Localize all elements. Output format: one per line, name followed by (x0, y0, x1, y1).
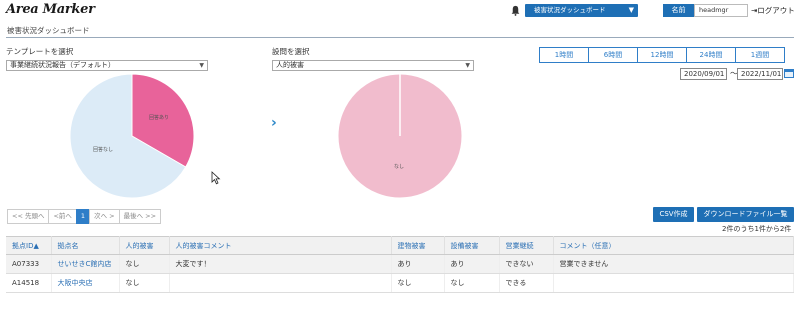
cell-site-id: A14518 (6, 273, 52, 293)
template-label: テンプレートを選択 (6, 47, 74, 56)
col-header-site-name[interactable]: 拠点名 (51, 236, 120, 255)
pie-slice-label: 回答なし (93, 146, 113, 153)
col-header-business-continuity[interactable]: 営業継続 (499, 236, 554, 255)
period-24h-button[interactable]: 24時間 (686, 47, 736, 63)
chevron-down-icon: ▼ (199, 62, 204, 69)
table-row: A14518 大阪中央店 なし なし なし できる (6, 273, 794, 293)
pie-chart-template: 回答あり回答なし (69, 73, 195, 199)
cell-human-damage: なし (119, 273, 170, 293)
result-count: 2件のうち1件から2件 (722, 225, 792, 233)
dashboard-select[interactable]: 被害状況ダッシュボード ▼ (525, 4, 638, 17)
logout-link[interactable]: ⇥ログアウト (751, 5, 795, 16)
dashboard-select-value: 被害状況ダッシュボード (534, 6, 606, 14)
csv-create-button[interactable]: CSV作成 (653, 207, 694, 222)
cell-equipment-damage: なし (444, 273, 500, 293)
top-header: Area Marker 被害状況ダッシュボード ▼ 名前 headmgr ⇥ログ… (0, 0, 800, 22)
cell-human-damage-comment (169, 273, 392, 293)
cell-business-continuity: できない (499, 254, 554, 274)
cell-site-id: A07333 (6, 254, 52, 274)
cell-building-damage: あり (391, 254, 445, 274)
chevron-down-icon: ▼ (628, 6, 634, 14)
question-label: 設問を選択 (272, 47, 310, 56)
cell-site-name-link[interactable]: 大阪中央店 (51, 273, 120, 293)
logout-label: ログアウト (757, 6, 795, 15)
calendar-icon[interactable] (784, 69, 794, 78)
pager-page-1-button[interactable]: 1 (75, 209, 91, 224)
period-12h-button[interactable]: 12時間 (637, 47, 687, 63)
page-title: 被害状況ダッシュボード (7, 26, 90, 35)
pager-last-button[interactable]: 最後へ >> (118, 209, 162, 224)
period-buttons: 1時間 6時間 12時間 24時間 1週間 (539, 47, 785, 63)
period-1w-button[interactable]: 1週間 (735, 47, 785, 63)
name-label: 名前 (663, 4, 694, 17)
cell-equipment-damage: あり (444, 254, 500, 274)
results-table: 拠点ID▲ 拠点名 人的被害 人的被害コメント 建物被害 設備被害 営業継続 コ… (6, 236, 794, 293)
date-from-input[interactable]: 2020/09/01 (680, 68, 727, 80)
cell-building-damage: なし (391, 273, 445, 293)
question-select-value: 人的被害 (276, 61, 304, 69)
period-1h-button[interactable]: 1時間 (539, 47, 589, 63)
pie-slice-label: 回答あり (149, 114, 169, 121)
chevron-right-icon[interactable]: › (271, 116, 281, 130)
bell-icon[interactable] (510, 5, 521, 16)
question-select[interactable]: 人的被害 ▼ (272, 60, 474, 71)
title-divider (6, 37, 794, 38)
pager-first-button[interactable]: << 先頭へ (7, 209, 50, 224)
cell-human-damage-comment: 大変です！ (169, 254, 392, 274)
pie-slice-label: なし (394, 163, 404, 170)
col-header-human-damage[interactable]: 人的被害 (119, 236, 170, 255)
cell-human-damage: なし (119, 254, 170, 274)
name-field[interactable]: headmgr (694, 4, 748, 17)
col-header-comment[interactable]: コメント（任意） (553, 236, 794, 255)
col-header-site-id[interactable]: 拠点ID▲ (6, 236, 52, 255)
cell-business-continuity: できる (499, 273, 554, 293)
cell-comment (553, 273, 794, 293)
date-to-input[interactable]: 2022/11/01 (737, 68, 783, 80)
template-select[interactable]: 事業継続状況報告（デフォルト） ▼ (6, 60, 208, 71)
col-header-building-damage[interactable]: 建物被害 (391, 236, 445, 255)
cell-site-name-link[interactable]: せいせきC館内店 (51, 254, 120, 274)
table-header-row: 拠点ID▲ 拠点名 人的被害 人的被害コメント 建物被害 設備被害 営業継続 コ… (6, 236, 794, 255)
pager-next-button[interactable]: 次へ > (89, 209, 120, 224)
pie-chart-question: なし (337, 73, 463, 199)
chevron-down-icon: ▼ (465, 62, 470, 69)
pagination: << 先頭へ <前へ 1 次へ > 最後へ >> (7, 209, 162, 224)
pager-prev-button[interactable]: <前へ (48, 209, 77, 224)
col-header-human-damage-comment[interactable]: 人的被害コメント (169, 236, 392, 255)
download-list-button[interactable]: ダウンロードファイル一覧 (697, 207, 794, 222)
template-select-value: 事業継続状況報告（デフォルト） (10, 61, 115, 69)
period-6h-button[interactable]: 6時間 (588, 47, 638, 63)
app-logo: Area Marker (6, 2, 95, 17)
cell-comment: 営業できません (553, 254, 794, 274)
table-row: A07333 せいせきC館内店 なし 大変です！ あり あり できない 営業でき… (6, 254, 794, 274)
mouse-cursor-icon (211, 171, 221, 185)
col-header-equipment-damage[interactable]: 設備被害 (444, 236, 500, 255)
